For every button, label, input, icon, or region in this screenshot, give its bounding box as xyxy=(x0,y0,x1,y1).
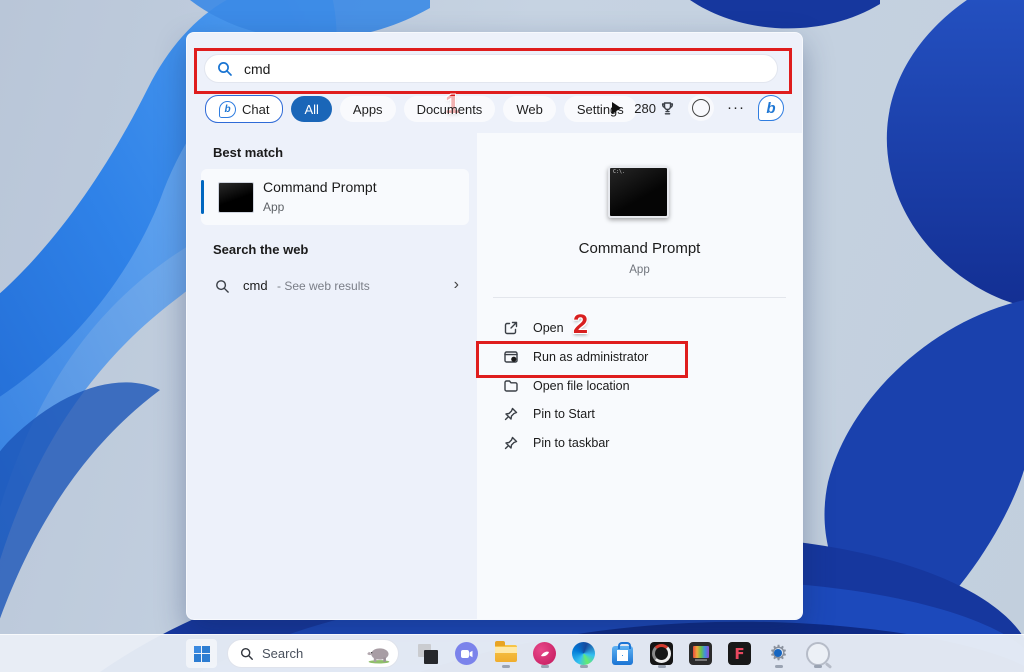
account-avatar[interactable] xyxy=(688,95,714,121)
web-result-query: cmd xyxy=(243,278,268,293)
settings-gear-icon[interactable]: ⚙ xyxy=(766,639,791,668)
pink-circle-app-icon[interactable] xyxy=(532,639,557,668)
action-run-admin-label: Run as administrator xyxy=(533,350,649,364)
bing-icon: b xyxy=(766,99,776,117)
action-pin-to-start-label: Pin to Start xyxy=(533,407,595,421)
terminal-prompt-text: C:\. xyxy=(613,169,626,175)
admin-window-icon xyxy=(504,351,518,363)
filter-chat-label: Chat xyxy=(242,101,270,117)
taskbar-search-label: Search xyxy=(262,646,304,661)
action-open-file-location-label: Open file location xyxy=(533,379,630,393)
pin-icon xyxy=(504,436,518,450)
trophy-icon xyxy=(661,101,674,114)
search-input[interactable] xyxy=(242,59,726,78)
rewards-points: 280 xyxy=(634,100,656,116)
window-stack-app-icon[interactable] xyxy=(415,639,440,668)
microsoft-edge-icon[interactable] xyxy=(571,639,596,668)
best-match-result[interactable]: Command Prompt App xyxy=(201,169,469,225)
best-match-title: Command Prompt xyxy=(263,179,377,195)
action-open-label: Open xyxy=(533,321,564,335)
filter-apps[interactable]: Apps xyxy=(339,96,396,122)
search-web-header: Search the web xyxy=(213,242,309,257)
search-icon xyxy=(216,280,229,293)
preview-subtitle: App xyxy=(629,264,650,276)
web-result-suffix: - See web results xyxy=(277,279,370,293)
action-run-as-administrator[interactable]: Run as administrator xyxy=(477,343,788,371)
pin-icon xyxy=(504,407,518,421)
desktop: 1 b Chat All Apps Documents Web Settings… xyxy=(0,0,1024,672)
taskbar-search-box[interactable]: Search xyxy=(227,639,399,668)
action-pin-to-start[interactable]: Pin to Start xyxy=(477,400,788,428)
taskbar-app-icons: F ⚙ xyxy=(415,639,830,668)
more-filters-icon[interactable] xyxy=(612,102,622,114)
fotor-app-icon[interactable]: F xyxy=(727,639,752,668)
loupe-utility-app-icon[interactable] xyxy=(805,639,830,668)
taskbar: Search F xyxy=(0,634,1024,672)
search-header-right: 280 ··· b xyxy=(612,95,784,121)
folder-icon xyxy=(504,380,518,392)
best-match-header: Best match xyxy=(213,145,284,160)
display-capture-app-icon[interactable] xyxy=(688,639,713,668)
search-flyout: 1 b Chat All Apps Documents Web Settings… xyxy=(186,32,803,620)
rewards-badge[interactable]: 280 xyxy=(634,101,675,116)
command-prompt-icon xyxy=(218,182,254,213)
microsoft-store-icon[interactable] xyxy=(610,639,635,668)
camera-ring-app-icon[interactable] xyxy=(649,639,674,668)
start-button[interactable] xyxy=(186,639,217,668)
filter-chat[interactable]: b Chat xyxy=(205,95,284,123)
filter-web[interactable]: Web xyxy=(503,96,556,122)
result-preview-pane: C:\. Command Prompt App Open Run as admi… xyxy=(477,133,802,619)
filter-all[interactable]: All xyxy=(291,96,332,122)
action-open-file-location[interactable]: Open file location xyxy=(477,372,788,400)
search-icon xyxy=(218,61,232,76)
web-result-row[interactable]: cmd - See web results › xyxy=(201,269,469,305)
file-explorer-icon[interactable] xyxy=(493,639,518,668)
open-external-icon xyxy=(504,321,518,335)
action-open[interactable]: Open xyxy=(477,314,788,342)
best-match-subtitle: App xyxy=(263,200,285,214)
bing-chat-button[interactable]: b xyxy=(758,95,784,121)
filter-documents[interactable]: Documents xyxy=(403,96,496,122)
teams-chat-icon[interactable] xyxy=(454,639,479,668)
more-options-icon[interactable]: ··· xyxy=(727,100,745,115)
search-filter-row: b Chat All Apps Documents Web Settings xyxy=(205,95,637,123)
search-icon xyxy=(240,647,253,660)
selection-accent-bar xyxy=(201,180,204,214)
rhino-image-icon xyxy=(367,647,390,664)
action-pin-to-taskbar[interactable]: Pin to taskbar xyxy=(477,429,788,457)
preview-title: Command Prompt xyxy=(578,240,701,257)
chevron-right-icon[interactable]: › xyxy=(454,276,459,294)
bing-chat-icon: b xyxy=(219,100,236,118)
action-pin-to-taskbar-label: Pin to taskbar xyxy=(533,436,610,450)
windows-logo-icon xyxy=(193,645,210,662)
avatar-ring-icon xyxy=(692,99,710,117)
divider xyxy=(493,297,786,298)
search-field[interactable] xyxy=(204,54,778,83)
command-prompt-large-icon: C:\. xyxy=(608,166,669,218)
